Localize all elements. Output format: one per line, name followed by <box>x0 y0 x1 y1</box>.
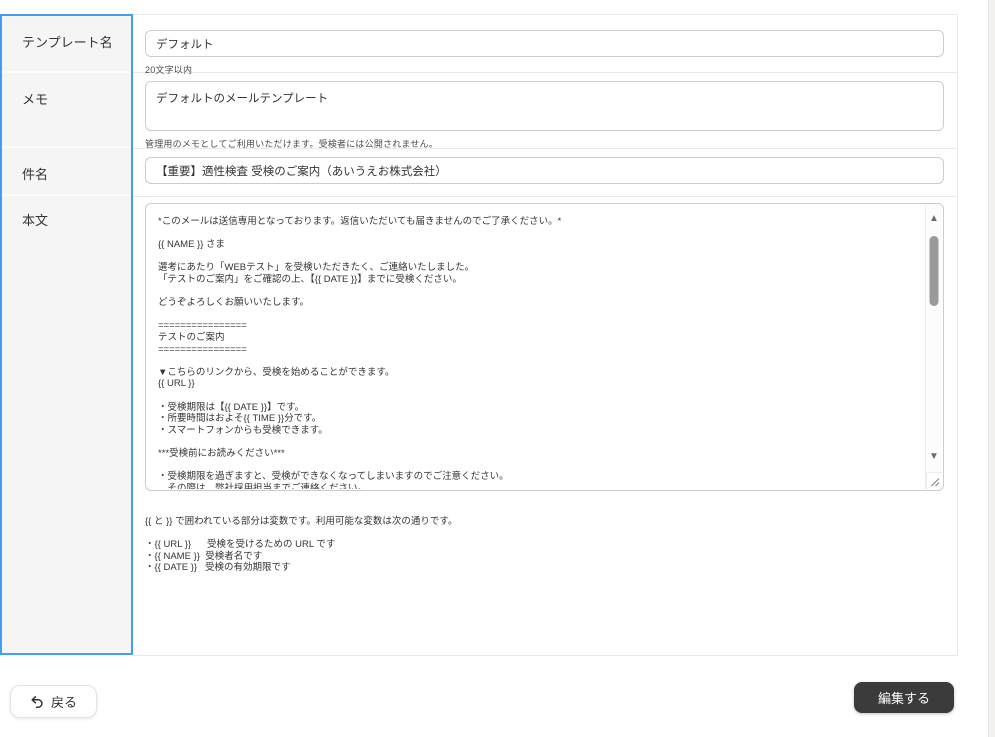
edit-button[interactable]: 編集する <box>853 682 954 713</box>
window-scrollbar[interactable] <box>988 0 995 737</box>
scroll-up-icon[interactable]: ▲ <box>926 214 942 224</box>
mail-template-detail-page: テンプレート名 メモ 件名 本文 20文字以内 デフォルトのメールテンプレート … <box>0 0 995 737</box>
resize-handle-icon[interactable] <box>926 472 942 489</box>
label-subject-text: 件名 <box>22 167 49 182</box>
back-icon <box>30 695 44 709</box>
body-textarea-scrollbar[interactable]: ▲ ▼ <box>925 205 942 489</box>
scrollbar-thumb[interactable] <box>929 236 939 306</box>
subject-row <box>133 149 957 197</box>
form-content-column: 20文字以内 デフォルトのメールテンプレート 管理用のメモとしてご利用いただけま… <box>133 14 958 656</box>
template-form: テンプレート名 メモ 件名 本文 20文字以内 デフォルトのメールテンプレート … <box>0 14 958 656</box>
variables-note: {{ と }} で囲われている部分は変数です。利用可能な変数は次の通りです。 ・… <box>145 516 458 573</box>
body-row: *このメールは送信専用となっております。返信いただいても届きませんのでご了承くだ… <box>133 197 957 656</box>
label-template-name: テンプレート名 <box>2 16 131 73</box>
label-body-text: 本文 <box>22 213 49 228</box>
label-subject: 件名 <box>2 148 131 196</box>
back-button-label: 戻る <box>51 695 78 710</box>
template-name-row: 20文字以内 <box>133 15 957 75</box>
memo-row: デフォルトのメールテンプレート 管理用のメモとしてご利用いただけます。受検者には… <box>133 73 957 149</box>
subject-input[interactable] <box>145 157 944 184</box>
label-memo-text: メモ <box>22 92 49 107</box>
body-textarea-content[interactable]: *このメールは送信専用となっております。返信いただいても届きませんのでご了承くだ… <box>147 205 923 489</box>
form-label-column: テンプレート名 メモ 件名 本文 <box>0 14 133 655</box>
label-template-name-text: テンプレート名 <box>22 35 113 50</box>
body-textarea[interactable]: *このメールは送信専用となっております。返信いただいても届きませんのでご了承くだ… <box>145 203 944 491</box>
template-name-input[interactable] <box>145 30 944 57</box>
label-body: 本文 <box>2 196 131 653</box>
label-memo: メモ <box>2 73 131 148</box>
memo-textarea[interactable]: デフォルトのメールテンプレート <box>145 81 944 131</box>
back-button[interactable]: 戻る <box>10 685 98 718</box>
scroll-down-icon[interactable]: ▼ <box>926 452 942 462</box>
